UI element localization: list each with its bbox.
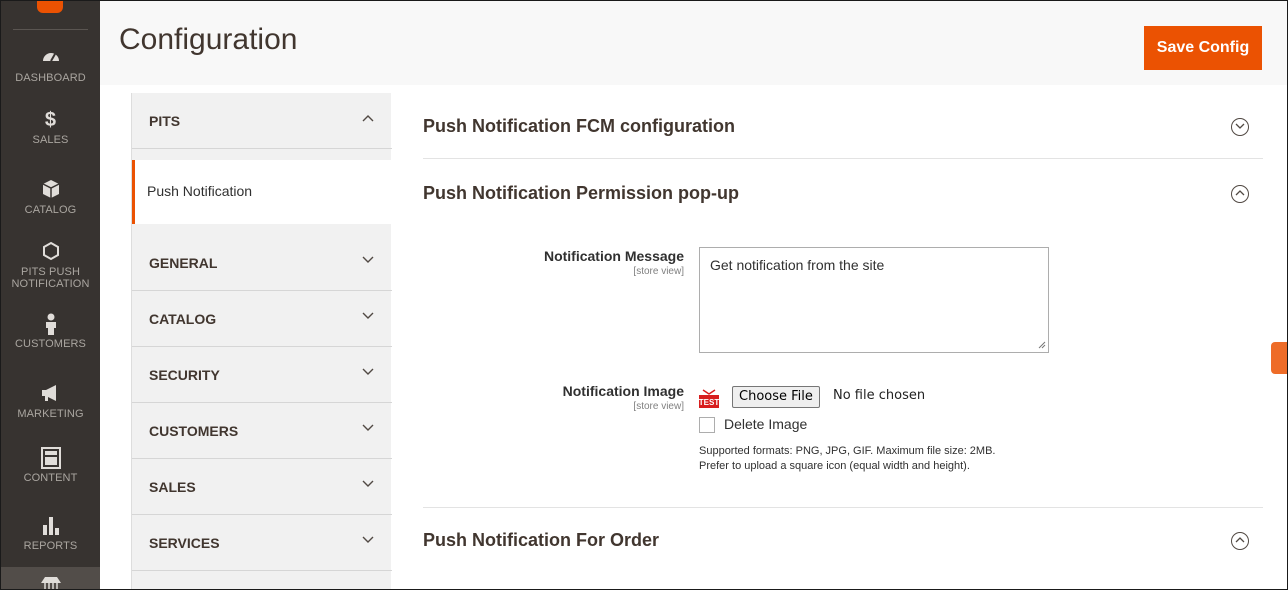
tab-group-general[interactable]: GENERAL bbox=[132, 235, 392, 291]
tab-group-security[interactable]: SECURITY bbox=[132, 347, 392, 403]
nav-item-customers[interactable]: CUSTOMERS bbox=[1, 313, 100, 350]
nav-item-catalog[interactable]: CATALOG bbox=[1, 179, 100, 216]
nav-label-line1: PITS PUSH bbox=[21, 266, 80, 278]
nav-label: CONTENT bbox=[23, 472, 78, 484]
dollar-icon: $ bbox=[44, 109, 57, 131]
nav-label: MARKETING bbox=[17, 408, 84, 420]
tab-group-pits[interactable]: PITS bbox=[132, 93, 392, 149]
page-title: Configuration bbox=[119, 23, 298, 56]
nav-item-content[interactable]: CONTENT bbox=[1, 447, 100, 484]
chevron-up-icon bbox=[362, 109, 374, 125]
nav-label: SALES bbox=[32, 134, 69, 146]
field-label-text: Notification Message bbox=[543, 248, 684, 264]
tab-group-customers[interactable]: CUSTOMERS bbox=[132, 403, 392, 459]
chevron-down-icon bbox=[362, 475, 374, 491]
nav-item-marketing[interactable]: MARKETING bbox=[1, 383, 100, 420]
notification-message-label: Notification Message [store view] bbox=[444, 248, 684, 277]
notification-message-textarea[interactable]: Get notification from the site bbox=[699, 247, 1049, 353]
admin-sidebar: DASHBOARD $ SALES CATALOG PITS PUSH NOTI… bbox=[1, 1, 100, 589]
tab-item-push-notification[interactable]: Push Notification bbox=[132, 160, 392, 224]
tab-group-label: GENERAL bbox=[149, 255, 218, 271]
nav-label-line2: NOTIFICATION bbox=[11, 278, 90, 290]
chevron-down-icon bbox=[362, 419, 374, 435]
delete-image-label[interactable]: Delete Image bbox=[724, 416, 807, 432]
person-icon bbox=[1, 313, 100, 335]
section-title: Push Notification Permission pop-up bbox=[423, 183, 740, 203]
dashboard-icon bbox=[1, 47, 100, 69]
megaphone-icon bbox=[1, 383, 100, 405]
tab-group-services[interactable]: SERVICES bbox=[132, 515, 392, 571]
chevron-down-icon bbox=[362, 307, 374, 323]
nav-item-dashboard[interactable]: DASHBOARD bbox=[1, 47, 100, 84]
nav-divider bbox=[13, 29, 88, 30]
nav-item-sales[interactable]: $ SALES bbox=[1, 109, 100, 146]
nav-item-pits-push-notification[interactable]: PITS PUSH NOTIFICATION bbox=[1, 241, 100, 290]
section-order-header[interactable]: Push Notification For Order bbox=[423, 530, 1263, 560]
chevron-down-icon bbox=[362, 251, 374, 267]
tab-group-label: CATALOG bbox=[149, 311, 217, 327]
box-icon bbox=[1, 179, 100, 201]
section-title: Push Notification For Order bbox=[423, 530, 660, 550]
no-file-text: No file chosen bbox=[833, 388, 926, 403]
tab-group-catalog[interactable]: CATALOG bbox=[132, 291, 392, 347]
tab-group-label: SERVICES bbox=[149, 535, 220, 551]
nav-label: REPORTS bbox=[23, 540, 78, 552]
delete-image-checkbox[interactable] bbox=[699, 417, 715, 433]
collapse-circle-icon[interactable] bbox=[1231, 185, 1249, 203]
tab-group-label: SECURITY bbox=[149, 367, 220, 383]
chevron-down-icon bbox=[362, 363, 374, 379]
save-config-button[interactable]: Save Config bbox=[1144, 26, 1262, 70]
choose-file-button[interactable]: Choose File bbox=[732, 386, 820, 408]
field-label-text: Notification Image bbox=[562, 383, 684, 399]
layout-icon bbox=[1, 447, 100, 469]
thumbnail-text: TEST bbox=[699, 398, 719, 407]
section-title: Push Notification FCM configuration bbox=[423, 116, 735, 136]
field-scope: [store view] bbox=[633, 266, 684, 277]
nav-label: CUSTOMERS bbox=[15, 338, 86, 350]
nav-label: CATALOG bbox=[24, 204, 77, 216]
section-divider bbox=[423, 507, 1263, 508]
tab-group-label: CUSTOMERS bbox=[149, 423, 239, 439]
bar-chart-icon bbox=[1, 515, 100, 537]
chevron-down-icon bbox=[362, 531, 374, 547]
store-icon bbox=[1, 567, 100, 589]
image-field-note: Supported formats: PNG, JPG, GIF. Maximu… bbox=[699, 444, 995, 474]
tab-group-label: PITS bbox=[149, 113, 181, 129]
section-popup-header[interactable]: Push Notification Permission pop-up bbox=[423, 183, 1263, 213]
nav-item-reports[interactable]: REPORTS bbox=[1, 515, 100, 552]
resize-grip-icon[interactable] bbox=[1038, 341, 1046, 349]
nav-item-stores[interactable] bbox=[1, 567, 100, 589]
nav-label: DASHBOARD bbox=[15, 72, 86, 84]
collapse-circle-icon[interactable] bbox=[1231, 532, 1249, 550]
section-fcm-header[interactable]: Push Notification FCM configuration bbox=[423, 116, 1263, 146]
config-tabs: PITS Push Notification GENERAL CATALOG S… bbox=[131, 93, 392, 589]
expand-circle-icon[interactable] bbox=[1231, 118, 1249, 136]
tab-group-label: SALES bbox=[149, 479, 196, 495]
field-scope: [store view] bbox=[633, 401, 684, 412]
app-frame: DASHBOARD $ SALES CATALOG PITS PUSH NOTI… bbox=[0, 0, 1288, 590]
note-line: Supported formats: PNG, JPG, GIF. Maximu… bbox=[699, 445, 996, 457]
note-line: Prefer to upload a square icon (equal wi… bbox=[699, 460, 970, 472]
image-thumbnail-icon[interactable]: TEST bbox=[699, 388, 719, 410]
section-divider bbox=[423, 158, 1263, 159]
hexagon-icon bbox=[1, 241, 100, 263]
notification-image-label: Notification Image [store view] bbox=[444, 383, 684, 412]
magento-logo[interactable] bbox=[37, 1, 63, 13]
tab-item-label: Push Notification bbox=[147, 183, 253, 199]
tab-group-sales[interactable]: SALES bbox=[132, 459, 392, 515]
side-panel-toggle[interactable] bbox=[1271, 342, 1287, 374]
